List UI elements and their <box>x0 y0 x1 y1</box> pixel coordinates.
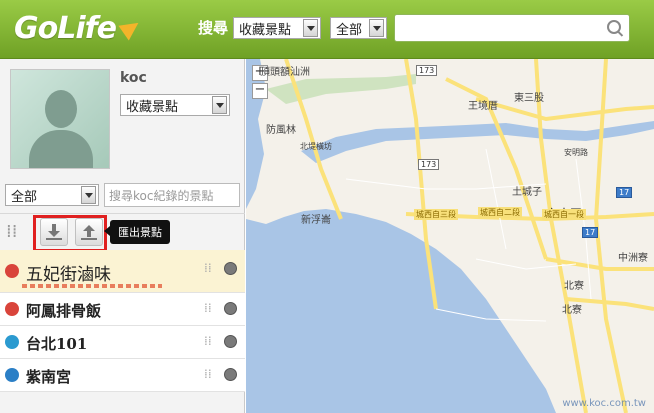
user-filter-value: 收藏景點 <box>126 99 179 115</box>
footprint-icon[interactable]: ⁞⁞ <box>6 221 26 243</box>
divider <box>0 213 245 214</box>
list-item[interactable]: 紫南宮 ⁞⁞ <box>0 359 245 392</box>
footprint-icon[interactable]: ⁞⁞ <box>204 301 218 315</box>
list-item-name: 台北101 <box>26 335 88 353</box>
list-item[interactable]: 台北101 ⁞⁞ <box>0 326 245 359</box>
map-label: 土城子 <box>512 187 542 198</box>
search-icon[interactable] <box>607 20 621 34</box>
list-filter-value: 全部 <box>11 189 38 205</box>
chevron-down-icon[interactable] <box>212 96 227 114</box>
export-tooltip: 匯出景點 <box>104 220 170 244</box>
highlight-box <box>33 215 107 252</box>
spot-icon <box>5 368 19 382</box>
map-label: 安明路 <box>564 148 588 157</box>
header-search-box[interactable] <box>394 14 630 42</box>
watermark: www.koc.com.tw <box>562 398 646 409</box>
list-item-actions: ⁞⁞ <box>204 334 237 348</box>
scope-select[interactable]: 全部 <box>330 17 387 39</box>
route-shield: 17 <box>582 227 599 238</box>
header-bar: GoLife 搜尋 收藏景點 全部 <box>0 0 654 59</box>
globe-icon[interactable] <box>224 367 237 381</box>
golife-logo[interactable]: GoLife <box>14 8 144 48</box>
footprint-icon[interactable]: ⁞⁞ <box>204 334 218 348</box>
map-view[interactable]: + − 頂頭額汕洲 防風林 北堤橫坊 新浮崙 王境厝 東三股 土城子 安南區 北… <box>246 59 654 413</box>
chevron-down-icon[interactable] <box>369 19 384 37</box>
category-select[interactable]: 收藏景點 <box>233 17 321 39</box>
list-filter-select[interactable]: 全部 <box>5 184 99 206</box>
scope-select-value: 全部 <box>336 22 363 38</box>
route-shield: 173 <box>416 65 438 76</box>
list-item[interactable]: 五妃街滷味 ⁞⁞ <box>0 250 245 293</box>
user-filter-select[interactable]: 收藏景點 <box>120 94 230 116</box>
globe-icon[interactable] <box>224 301 237 315</box>
map-label: 頂頭額汕洲 <box>260 67 310 78</box>
map-label: 新浮崙 <box>301 215 331 226</box>
road-label: 城西自一段 <box>542 209 586 220</box>
map-label: 防風林 <box>266 125 296 136</box>
route-shield: 17 <box>616 187 633 198</box>
list-item-actions: ⁞⁞ <box>204 301 237 315</box>
map-label: 中洲寮 <box>618 253 648 264</box>
list-search-input[interactable]: 搜尋koc紀錄的景點 <box>104 183 240 207</box>
food-icon <box>5 302 19 316</box>
list-toolbar: ⁞⁞ 匯出景點 <box>0 215 245 252</box>
avatar-body-shape <box>29 130 93 168</box>
list-item-actions: ⁞⁞ <box>204 367 237 381</box>
avatar-head-shape <box>45 90 77 128</box>
route-shield: 173 <box>418 159 440 170</box>
shop-icon <box>5 335 19 349</box>
food-icon <box>5 264 19 278</box>
paper-plane-icon <box>118 15 144 41</box>
road-label: 城西自二段 <box>478 207 522 218</box>
avatar[interactable] <box>10 69 110 169</box>
chevron-down-icon[interactable] <box>81 186 96 204</box>
category-select-value: 收藏景點 <box>239 22 292 38</box>
place-list: 五妃街滷味 ⁞⁞ 阿鳳排骨飯 ⁞⁞ 台北101 ⁞⁞ 紫南宮 ⁞⁞ <box>0 250 245 392</box>
globe-icon[interactable] <box>224 261 237 275</box>
map-label: 北堤橫坊 <box>300 142 332 151</box>
header-search-input[interactable] <box>399 16 603 42</box>
road-label: 城西自三段 <box>414 209 458 220</box>
list-item-actions: ⁞⁞ <box>204 261 237 275</box>
sidebar: koc 收藏景點 全部 搜尋koc紀錄的景點 ⁞⁞ 匯出景點 五妃街滷味 ⁞⁞ … <box>0 59 245 413</box>
list-item-name: 紫南宮 <box>26 368 72 386</box>
map-label: 北寮 <box>564 281 584 292</box>
list-item-name: 五妃街滷味 <box>26 265 111 285</box>
map-label: 王境厝 <box>468 101 498 112</box>
map-label: 東三股 <box>514 93 544 104</box>
footprint-icon[interactable]: ⁞⁞ <box>204 261 218 275</box>
logo-text: GoLife <box>14 10 117 46</box>
chevron-down-icon[interactable] <box>303 19 318 37</box>
list-item[interactable]: 阿鳳排骨飯 ⁞⁞ <box>0 293 245 326</box>
globe-icon[interactable] <box>224 334 237 348</box>
zoom-out-button[interactable]: − <box>252 83 268 99</box>
map-label: 北寮 <box>562 305 582 316</box>
list-item-name: 阿鳳排骨飯 <box>26 302 102 320</box>
footprint-icon[interactable]: ⁞⁞ <box>204 367 218 381</box>
underline-decoration <box>22 284 162 288</box>
search-label: 搜尋 <box>198 19 229 37</box>
username: koc <box>120 70 147 86</box>
